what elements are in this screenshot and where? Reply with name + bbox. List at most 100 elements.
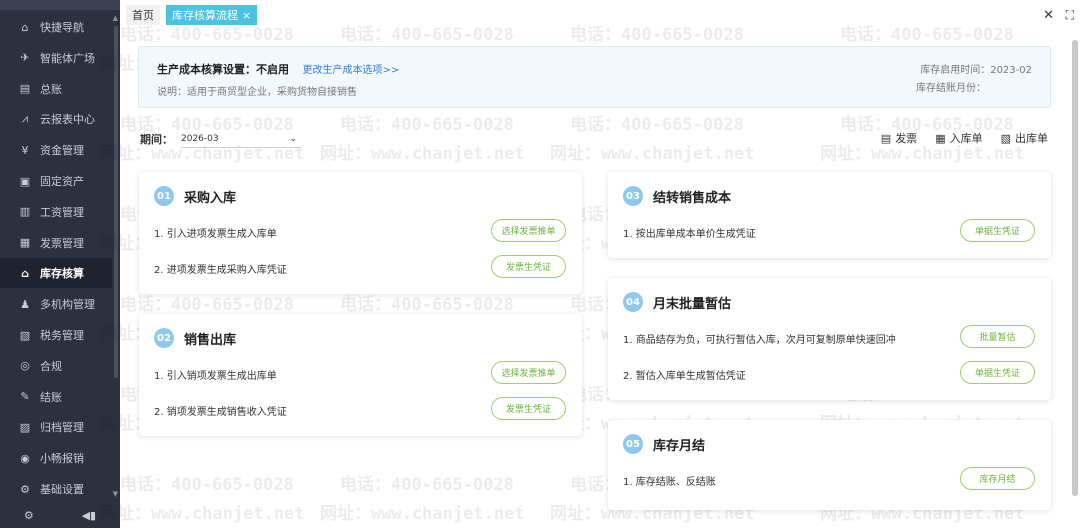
logo (0, 0, 120, 10)
watermark-phone: 电话：400-665-0028 (340, 475, 514, 495)
card-month-estimate: 04 月末批量暂估 1. 商品结存为负，可执行暂估入库，次月可复制原单快速回冲 2… (608, 278, 1051, 400)
sidebar-item-label: 小畅报销 (40, 452, 84, 466)
step-text: 1. 按出库单成本单价生成凭证 (623, 229, 756, 240)
archive-icon: ▨ (19, 420, 31, 434)
step-text: 1. 商品结存为负，可执行暂估入库，次月可复制原单快速回冲 (623, 335, 896, 346)
collapse-icon[interactable]: ◀▮ (82, 509, 97, 522)
watermark-site: 网址：www.chanjet.net (320, 504, 525, 524)
sidebar-item[interactable]: ⌂ 快捷导航 (0, 12, 112, 42)
tab-home[interactable]: 首页 (126, 5, 160, 25)
document-links: ▤ 发票 ▦ 入库单 ▧ 出库单 (881, 130, 1048, 146)
sidebar-item[interactable]: ⩘ 云报表中心 (0, 104, 112, 134)
inbound-link[interactable]: ▦ 入库单 (935, 130, 982, 146)
sidebar-item[interactable]: ♟ 多机构管理 (0, 289, 112, 319)
chart-icon: ⩘ (21, 112, 29, 126)
fullscreen-icon[interactable]: ⛶ (1066, 8, 1074, 23)
watermark-site: 网址：www.chanjet.net (320, 144, 525, 164)
step-number: 05 (623, 434, 643, 454)
page-scrollbar[interactable] (1072, 40, 1078, 496)
step-text: 2. 进项发票生成采购入库凭证 (154, 265, 287, 276)
watermark-phone: 电话：400-665-0028 (120, 475, 294, 495)
scroll-up-icon[interactable]: ▲ (113, 14, 118, 22)
period-select[interactable]: 2026-03 ⌄ (181, 130, 301, 148)
org-icon: ♟ (20, 297, 30, 311)
batch-estimate-button[interactable]: 批量暂估 (960, 325, 1035, 348)
chevron-down-icon: ⌄ (289, 133, 297, 144)
tab-bar: 首页 库存核算流程 × ✕ ⛶ (120, 0, 1080, 30)
inventory-close-button[interactable]: 库存月结 (960, 467, 1035, 490)
select-invoice-button[interactable]: 选择发票推单 (491, 219, 566, 242)
sidebar-item[interactable]: ⌂ 库存核算 (0, 258, 112, 289)
sidebar-item-label: 税务管理 (40, 329, 84, 342)
sidebar-item-label: 发票管理 (40, 236, 84, 250)
sidebar-item[interactable]: ✈ 智能体广场 (0, 43, 112, 73)
sidebar-item[interactable]: ¥ 资金管理 (0, 135, 112, 165)
doc-voucher-button[interactable]: 单据生凭证 (960, 361, 1035, 384)
scroll-down-icon[interactable]: ▼ (113, 490, 118, 498)
period-filter: 期间： 2026-03 ⌄ (140, 130, 301, 148)
step-number: 01 (154, 186, 174, 206)
sidebar-item-label: 智能体广场 (40, 51, 95, 65)
sidebar-footer: ⚙ ◀▮ (0, 502, 120, 528)
change-cost-option-link[interactable]: 更改生产成本选项>> (303, 65, 400, 76)
sidebar-item-label: 归档管理 (40, 421, 84, 435)
home-icon: ⌂ (21, 20, 29, 34)
step-text: 2. 暂估入库单生成暂估凭证 (623, 371, 746, 382)
sidebar-item-label: 云报表中心 (40, 113, 95, 127)
sidebar-item[interactable]: ✎ 结账 (0, 382, 112, 412)
cost-setting-label: 生产成本核算设置：不启用 (157, 63, 289, 76)
sidebar-item[interactable]: ◉ 小畅报销 (0, 443, 112, 473)
watermark-site: 网址：www.chanjet.net (550, 144, 755, 164)
sidebar-item[interactable]: ▤ 总账 (0, 74, 112, 104)
asset-icon: ▣ (19, 174, 31, 188)
card-title: 库存月结 (653, 438, 706, 454)
ledger-icon: ▤ (19, 82, 31, 96)
sidebar-item[interactable]: ▥ 工资管理 (0, 197, 112, 227)
doc-voucher-button[interactable]: 单据生凭证 (960, 219, 1035, 242)
close-book-icon: ✎ (20, 390, 30, 404)
card-sales-outbound: 02 销售出库 1. 引入销项发票生成出库单 2. 销项发票生成销售收入凭证 选择… (139, 314, 582, 436)
watermark-phone: 电话：400-665-0028 (340, 115, 514, 135)
step-number: 02 (154, 328, 174, 348)
sidebar-item[interactable]: ⚙ 基础设置 (0, 474, 112, 504)
enable-time: 库存启用时间：2023-02 (920, 65, 1032, 76)
sidebar-item[interactable]: ▧ 税务管理 (0, 320, 112, 350)
invoice-link[interactable]: ▤ 发票 (881, 130, 917, 146)
step-number: 04 (623, 292, 643, 312)
gear-icon[interactable]: ⚙ (24, 509, 34, 522)
tax-icon: ▧ (19, 328, 31, 342)
sidebar-scrollbar[interactable] (114, 26, 118, 378)
shield-icon: ◎ (20, 359, 30, 373)
card-title: 采购入库 (184, 190, 237, 206)
salary-icon: ▥ (19, 205, 31, 219)
period-label: 期间： (140, 133, 173, 146)
outbound-link[interactable]: ▧ 出库单 (1001, 130, 1048, 146)
sidebar-item-label: 库存核算 (40, 267, 84, 281)
invoice-voucher-button[interactable]: 发票生凭证 (491, 255, 566, 278)
invoice-voucher-button[interactable]: 发票生凭证 (491, 397, 566, 420)
step-text: 1. 引入进项发票生成入库单 (154, 229, 277, 240)
sidebar-item[interactable]: ▣ 固定资产 (0, 166, 112, 196)
close-icon[interactable]: ✕ (1043, 8, 1054, 23)
close-tab-icon[interactable]: × (242, 9, 251, 22)
inbound-doc-icon: ▦ (935, 131, 946, 145)
invoice-icon: ▦ (19, 236, 31, 250)
outbound-doc-icon: ▧ (1000, 131, 1011, 145)
tab-inventory-flow[interactable]: 库存核算流程 × (166, 5, 258, 25)
sidebar-item-label: 合规 (40, 359, 62, 373)
invoice-doc-icon: ▤ (880, 131, 892, 145)
sidebar-item[interactable]: ◎ 合规 (0, 351, 112, 381)
card-title: 月末批量暂估 (653, 296, 732, 312)
sidebar-item-label: 工资管理 (40, 205, 84, 219)
card-inventory-close: 05 库存月结 1. 库存结账、反结账 库存月结 (608, 420, 1051, 510)
select-invoice-button[interactable]: 选择发票推单 (491, 361, 566, 384)
sidebar-item[interactable]: ▦ 发票管理 (0, 228, 112, 258)
sidebar-item-label: 资金管理 (40, 144, 84, 158)
step-number: 03 (623, 186, 643, 206)
closing-month: 库存结账月份： (916, 83, 986, 94)
rocket-icon: ✈ (20, 51, 30, 65)
watermark-phone: 电话：400-665-0028 (570, 115, 744, 135)
sidebar-item-label: 结账 (40, 390, 62, 404)
sidebar-item[interactable]: ▨ 归档管理 (0, 412, 112, 442)
reimburse-icon: ◉ (20, 451, 30, 465)
